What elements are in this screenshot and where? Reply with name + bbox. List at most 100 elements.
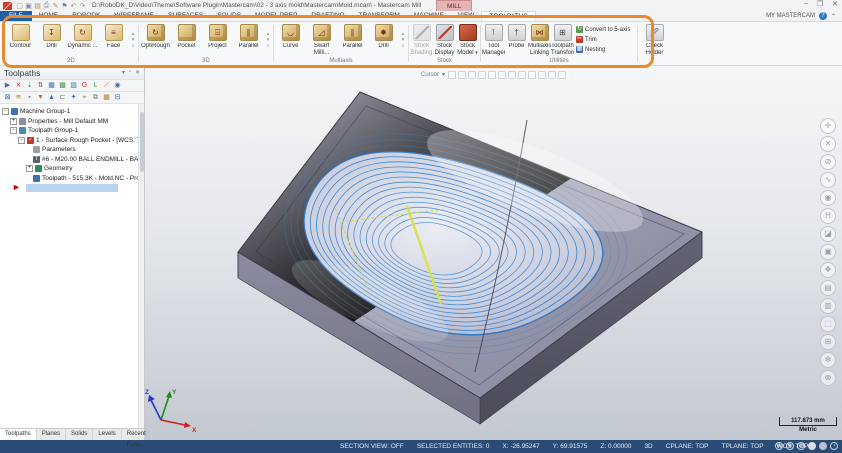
print-icon[interactable]: ⎙ [42, 2, 51, 10]
overlay-tool-icon[interactable] [558, 71, 566, 79]
gview-right-icon[interactable]: ⊕ [797, 442, 805, 450]
face-button[interactable]: ≡ Face [98, 22, 129, 57]
copy-icon[interactable]: ⧉ [90, 93, 101, 102]
section-view-icon[interactable]: ▥ [820, 298, 836, 314]
status-selected-entities[interactable]: SELECTED ENTITIES: 0 [417, 443, 490, 450]
zoom-window-icon[interactable]: ✕ [820, 136, 836, 152]
stock-shading-button[interactable]: Stock Shading [410, 22, 433, 57]
fit-screen-icon[interactable]: ◉ [820, 190, 836, 206]
nesting-button[interactable]: ▦ Nesting [576, 46, 634, 53]
tree-item-properties[interactable]: + Properties - Mill Default MM [0, 117, 144, 127]
tree-item-parameters[interactable]: Parameters [0, 145, 144, 155]
simulate-icon[interactable]: ▨ [68, 81, 79, 90]
collapse-box-icon[interactable]: - [18, 137, 25, 144]
chevron-down-icon[interactable]: ▾ [442, 71, 445, 78]
restore-button[interactable]: ❐ [817, 0, 823, 8]
gview-iso-icon[interactable] [808, 442, 816, 450]
status-section-view[interactable]: SECTION VIEW: OFF [340, 443, 404, 450]
tree-scrollbar[interactable] [138, 104, 144, 428]
expand-box-icon[interactable]: + [26, 165, 33, 172]
tab-machine[interactable]: MACHINE [407, 11, 451, 21]
collapse-ribbon-icon[interactable]: ⌃ [831, 13, 836, 20]
save-icon[interactable]: ▣ [24, 2, 33, 10]
drill-multiaxis-button[interactable]: ✸ Drill [368, 22, 399, 57]
insert-arrow-marker-icon[interactable]: ► [12, 182, 21, 192]
gview-top-icon[interactable]: ⊕ [775, 442, 783, 450]
move-down-icon[interactable]: ▼ [35, 93, 46, 102]
unselect-all-operations-icon[interactable]: ✕ [13, 81, 24, 90]
probe-button[interactable]: † Probe [505, 22, 528, 57]
overlay-tool-icon[interactable] [468, 71, 476, 79]
curve-button[interactable]: ◡ Curve [275, 22, 306, 57]
overlay-tool-icon[interactable] [538, 71, 546, 79]
scrollbar-thumb[interactable] [140, 112, 144, 172]
gnomon-icon[interactable]: ✻ [820, 352, 836, 368]
parallel-multiaxis-button[interactable]: ∥ Parallel [337, 22, 368, 57]
graphics-viewport[interactable]: Y X Z Cursor ▾ ✛✕⊘∿◉H◪▣❖▤▥⬚⊞✻⊗ 117.873 m… [145, 66, 842, 440]
status-mode-3d[interactable]: 3D [644, 443, 652, 450]
swarf-milling-button[interactable]: ◿ Swarf Milli... [306, 22, 337, 57]
gallery-scroll-2d[interactable]: ▲▼≡ [129, 22, 137, 57]
status-tplane[interactable]: TPLANE: TOP [722, 443, 764, 450]
overlay-tool-icon[interactable] [498, 71, 506, 79]
tab-toolpaths[interactable]: TOOLPATHS [481, 11, 535, 21]
gview-front-icon[interactable]: ⊕ [786, 442, 794, 450]
collapse-box-icon[interactable]: - [2, 108, 9, 115]
overlay-icons[interactable] [448, 71, 566, 79]
post-icon[interactable]: G [79, 81, 90, 90]
drill-2d-button[interactable]: ↧ Drill [36, 22, 67, 57]
move-up-icon[interactable]: ▲ [46, 93, 57, 102]
tree-item-toolpath-file[interactable]: Toolpath - 515.3K - Mold.NC - Program [0, 174, 144, 184]
cursor-dropdown-label[interactable]: Cursor [421, 72, 439, 78]
tab-transform[interactable]: TRANSFORM [352, 11, 407, 21]
operations-toolbar-row1[interactable]: ▶✕⇣⇅▦▩▨GL⟋◉ [0, 80, 144, 92]
manager-tab-planes[interactable]: Planes [37, 429, 66, 440]
highfeed-icon[interactable]: L [90, 81, 101, 90]
close-button[interactable]: ✕ [832, 0, 838, 8]
tab-home[interactable]: HOME [32, 11, 66, 21]
toolpath-transform-button[interactable]: ⊞ Toolpath Transform [551, 22, 574, 57]
quick-access-toolbar[interactable]: ▢▣▤⎙✎⚑↶↷ [15, 2, 87, 10]
grid-icon[interactable]: ⊞ [820, 334, 836, 350]
context-tab-mill[interactable]: MILL [436, 0, 472, 11]
panel-close-icon[interactable]: ✕ [135, 69, 140, 76]
parallel-3d-button[interactable]: ∥ Parallel [233, 22, 264, 57]
edit-params-icon[interactable]: ⟋ [101, 81, 112, 90]
select-all-operations-icon[interactable]: ▶ [2, 81, 13, 90]
scroll-icon[interactable]: ⌖ [79, 93, 90, 102]
status-coord-y[interactable]: Y: 69.91575 [553, 443, 588, 450]
tree-item-operation-1[interactable]: - ✓ 1 - Surface Rough Pocket - [WCS: Top… [0, 136, 144, 146]
tab-file[interactable]: FILE [0, 11, 32, 21]
wireframe-icon[interactable]: ▣ [820, 244, 836, 260]
tab-solids[interactable]: SOLIDS [210, 11, 248, 21]
overlay-tool-icon[interactable] [508, 71, 516, 79]
tab-drafting[interactable]: DRAFTING [304, 11, 351, 21]
dynamic-mill-button[interactable]: ↻ Dynamic ... [67, 22, 98, 57]
overlay-tool-icon[interactable] [458, 71, 466, 79]
viewport-overlay-toolbar[interactable]: Cursor ▾ [417, 69, 570, 80]
convert-to-5axis-button[interactable]: ↻ Convert to 5-axis [576, 26, 634, 33]
tool-manager-button[interactable]: ⊺ Tool Manager [482, 22, 505, 57]
check-holder-button[interactable]: 🖉 Check Holder [639, 22, 670, 57]
stock-model-button[interactable]: Stock Model ▾ [456, 22, 479, 57]
manager-tab-solids[interactable]: Solids [66, 429, 93, 440]
operations-toolbar-row2[interactable]: ⊠≋▪▼▲⊏✦⌖⧉▦⊟ [0, 92, 144, 104]
optirough-button[interactable]: ↻ OptiRough [140, 22, 171, 57]
move-insert-icon[interactable]: ⊏ [57, 93, 68, 102]
gview-rotate-icon[interactable]: ◔ [830, 442, 838, 450]
overlay-tool-icon[interactable] [478, 71, 486, 79]
trim-button[interactable]: ✂ Trim [576, 36, 634, 43]
collapse-all-icon[interactable]: ⊟ [112, 93, 123, 102]
insert-position-row[interactable]: ► [0, 183, 144, 193]
insert-arrow-icon[interactable]: ✦ [68, 93, 79, 102]
options-icon[interactable]: ▦ [101, 93, 112, 102]
unzoom-icon[interactable]: ⊘ [820, 154, 836, 170]
gview-saved-icon[interactable] [819, 442, 827, 450]
overlay-tool-icon[interactable] [488, 71, 496, 79]
pan-icon[interactable]: ✛ [820, 118, 836, 134]
overlay-tool-icon[interactable] [518, 71, 526, 79]
status-view-icons[interactable]: ⊕⊕⊕◔ [775, 442, 838, 450]
levels-icon[interactable]: ⬚ [820, 316, 836, 332]
contour-button[interactable]: Contour [5, 22, 36, 57]
minimize-button[interactable]: – [804, 0, 808, 8]
